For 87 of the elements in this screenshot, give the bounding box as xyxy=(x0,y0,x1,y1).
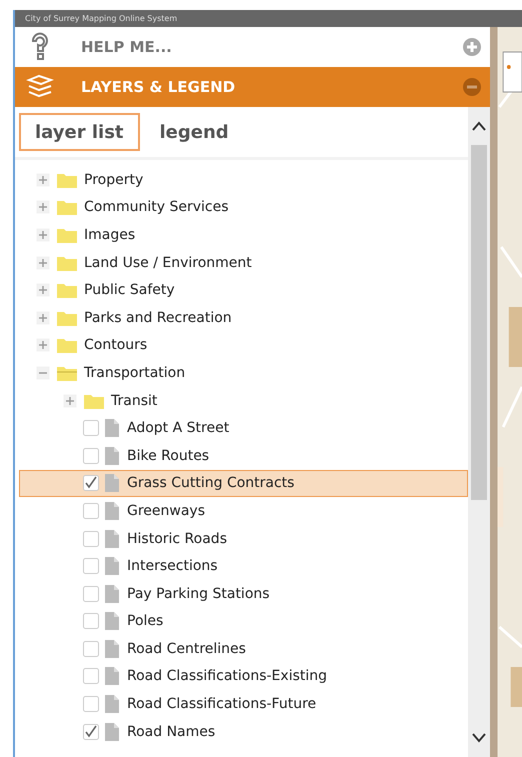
tree-item[interactable]: Poles xyxy=(19,608,468,636)
document-icon xyxy=(105,640,119,658)
tree-item[interactable]: Property xyxy=(19,166,468,194)
layer-label: Road Classifications-Future xyxy=(127,696,316,712)
plus-icon[interactable] xyxy=(36,338,50,352)
layer-label: Grass Cutting Contracts xyxy=(127,475,294,492)
window-title: City of Surrey Mapping Online System xyxy=(25,14,178,23)
checkbox[interactable] xyxy=(83,558,99,574)
tree-item[interactable]: Community Services xyxy=(19,194,468,222)
scroll-up-icon[interactable] xyxy=(472,121,486,131)
checkbox[interactable] xyxy=(83,530,99,547)
tree-item[interactable]: Road Classifications-Future xyxy=(19,690,468,718)
document-icon xyxy=(105,502,119,520)
tree-item[interactable]: Images xyxy=(19,221,468,249)
tab[interactable]: layer list xyxy=(19,113,140,151)
tree-item[interactable]: Public Safety xyxy=(19,276,468,304)
expand-icon[interactable] xyxy=(462,37,482,57)
folder-label: Contours xyxy=(84,337,148,354)
plus-icon[interactable] xyxy=(36,200,50,214)
tree-item[interactable]: Road Classifications-Existing xyxy=(19,662,468,690)
checkbox[interactable] xyxy=(83,420,99,436)
plus-icon[interactable] xyxy=(36,256,50,270)
tree-item[interactable]: Road Names xyxy=(19,718,468,746)
tree-item[interactable]: Historic Roads xyxy=(19,524,468,552)
folder-label: Parks and Recreation xyxy=(84,310,232,326)
document-icon xyxy=(105,474,119,492)
document-icon xyxy=(105,612,119,630)
tree-item[interactable]: Road Centrelines xyxy=(19,635,468,663)
tree-item[interactable]: Transportation xyxy=(19,359,468,387)
folder-label: Community Services xyxy=(84,199,229,216)
checkbox[interactable] xyxy=(83,668,99,684)
layer-label: Poles xyxy=(127,613,164,630)
folder-label: Images xyxy=(84,226,136,243)
tree-item[interactable]: Adopt A Street xyxy=(19,414,468,442)
layer-label: Adopt A Street xyxy=(127,420,230,436)
layer-label: Pay Parking Stations xyxy=(127,586,270,602)
scroll-down-icon[interactable] xyxy=(472,733,486,743)
layers-icon xyxy=(25,74,55,100)
collapse-icon[interactable] xyxy=(462,77,482,97)
folder-label: Property xyxy=(84,172,144,188)
checkbox[interactable] xyxy=(83,586,99,602)
folder-icon xyxy=(56,281,78,300)
folder-label: Public Safety xyxy=(84,282,175,298)
checkbox[interactable] xyxy=(83,613,99,630)
layer-label: Greenways xyxy=(127,502,206,519)
tree-item[interactable]: Greenways xyxy=(19,497,468,525)
document-icon xyxy=(105,667,119,686)
tree-item[interactable]: Grass Cutting Contracts xyxy=(19,470,468,498)
layer-label: Road Names xyxy=(127,724,216,740)
tree-item[interactable]: Land Use / Environment xyxy=(19,248,468,276)
checkbox[interactable] xyxy=(83,640,99,657)
layer-label: Bike Routes xyxy=(127,448,210,464)
tree-item[interactable]: Contours xyxy=(19,332,468,360)
scroll-thumb[interactable] xyxy=(471,145,487,500)
document-icon xyxy=(105,557,119,576)
layer-label: Intersections xyxy=(127,558,218,574)
document-icon xyxy=(105,419,119,438)
tree-item[interactable]: Bike Routes xyxy=(19,442,468,470)
tree-item[interactable]: Parks and Recreation xyxy=(19,304,468,332)
document-icon xyxy=(105,446,119,465)
checkbox[interactable] xyxy=(83,724,99,740)
document-icon xyxy=(105,530,119,548)
plus-icon[interactable] xyxy=(36,283,50,298)
plus-icon[interactable] xyxy=(63,394,77,408)
scrollbar[interactable] xyxy=(468,107,490,757)
checkbox[interactable] xyxy=(83,475,99,492)
document-icon xyxy=(105,695,119,714)
plus-icon[interactable] xyxy=(36,228,50,242)
folder-label: Land Use / Environment xyxy=(84,254,252,271)
document-icon xyxy=(105,722,119,741)
tree-item[interactable]: Pay Parking Stations xyxy=(19,580,468,608)
checkbox[interactable] xyxy=(83,502,99,519)
layer-label: Historic Roads xyxy=(127,530,227,547)
checkbox[interactable] xyxy=(83,448,99,464)
folder-label: Transit xyxy=(111,392,158,409)
layer-label: Road Centrelines xyxy=(127,640,246,657)
layer-label: Road Classifications-Existing xyxy=(127,668,328,684)
folder-label: Transportation xyxy=(84,364,186,381)
minus-icon[interactable] xyxy=(36,366,50,380)
folder-icon xyxy=(56,198,78,216)
document-icon xyxy=(105,584,119,603)
plus-icon[interactable] xyxy=(36,310,50,325)
checkbox[interactable] xyxy=(83,696,99,712)
tree-item[interactable]: Transit xyxy=(19,386,468,414)
plus-icon[interactable] xyxy=(36,172,50,187)
folder-icon xyxy=(56,336,78,354)
tree-item[interactable]: Intersections xyxy=(19,552,468,580)
